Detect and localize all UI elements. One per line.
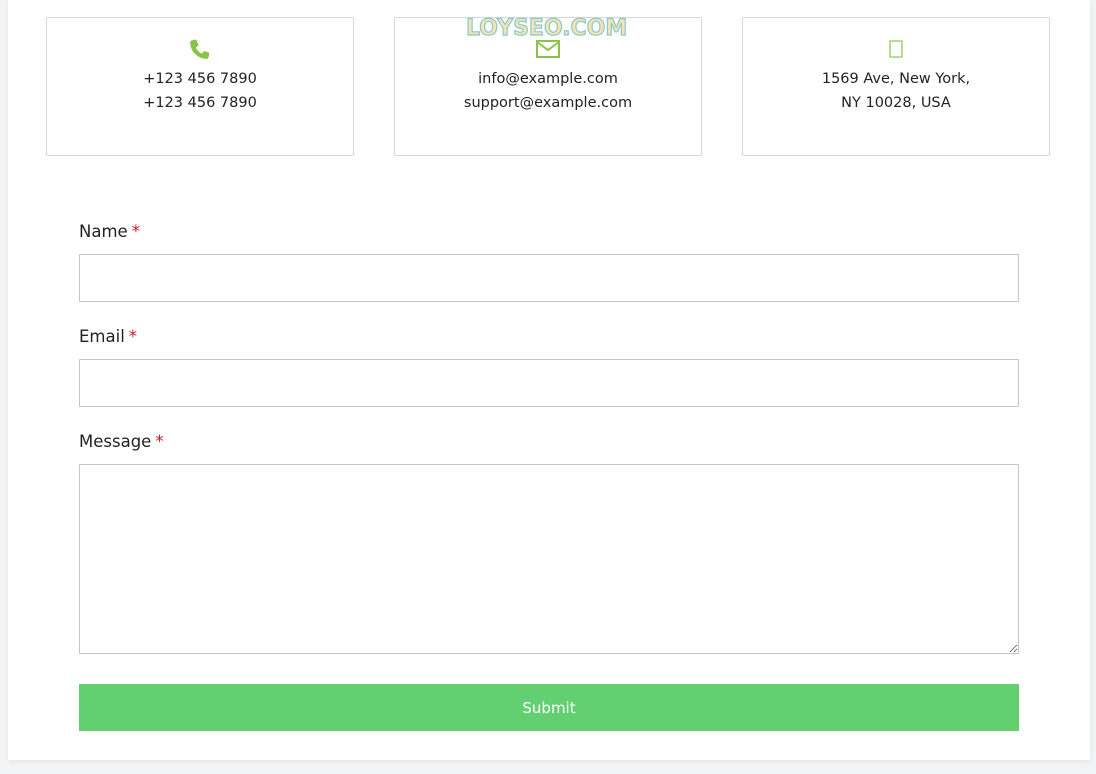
envelope-icon (395, 36, 701, 62)
required-marker: * (155, 432, 164, 451)
message-label-text: Message (79, 432, 152, 451)
email-card: info@example.com support@example.com (394, 17, 702, 156)
address-line-1: 1569 Ave, New York, (821, 71, 971, 87)
phone-line-2: +123 456 7890 (143, 95, 257, 111)
page-container: +123 456 7890 +123 456 7890 info@example… (8, 0, 1090, 760)
phone-icon (47, 36, 353, 62)
email-line-2: support@example.com (463, 95, 633, 111)
message-textarea[interactable] (79, 464, 1019, 654)
name-label: Name * (79, 220, 140, 244)
email-label-text: Email (79, 327, 125, 346)
email-label: Email * (79, 325, 137, 349)
name-input[interactable] (79, 254, 1019, 302)
submit-button[interactable]: Submit (79, 684, 1019, 731)
message-label: Message * (79, 430, 164, 454)
email-line-1: info@example.com (478, 71, 618, 87)
map-marker-icon (743, 36, 1049, 62)
address-card: 1569 Ave, New York, NY 10028, USA (742, 17, 1050, 156)
required-marker: * (131, 222, 140, 241)
phone-line-1: +123 456 7890 (143, 71, 257, 87)
address-line-2: NY 10028, USA (841, 95, 951, 111)
phone-card: +123 456 7890 +123 456 7890 (46, 17, 354, 156)
name-label-text: Name (79, 222, 128, 241)
required-marker: * (128, 327, 138, 346)
contact-cards: +123 456 7890 +123 456 7890 info@example… (46, 17, 1052, 158)
email-input[interactable] (79, 359, 1019, 407)
